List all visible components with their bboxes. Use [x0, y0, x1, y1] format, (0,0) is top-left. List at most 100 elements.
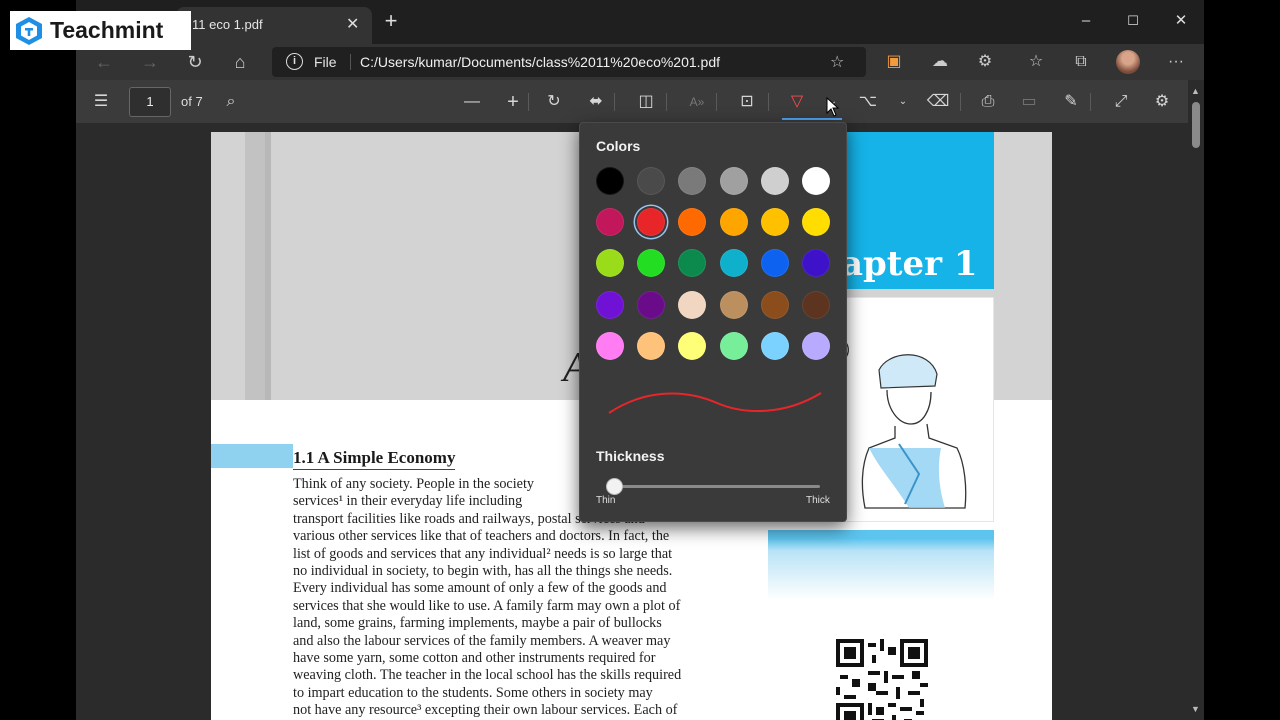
text-line: have some yarn, some cotton and other in… [293, 650, 656, 667]
rotate-icon[interactable]: ↻ [542, 90, 566, 114]
color-swatch[interactable] [760, 167, 789, 195]
color-swatch[interactable] [760, 290, 789, 319]
extensions-icon[interactable]: ⚙ [972, 50, 998, 74]
color-swatch[interactable] [760, 331, 789, 360]
color-swatch[interactable] [637, 290, 666, 319]
highlight-icon[interactable]: ⌥ [856, 90, 880, 114]
color-swatch[interactable] [802, 290, 830, 319]
scheme-label: File [314, 54, 337, 70]
color-swatch[interactable] [678, 331, 707, 360]
new-tab-icon[interactable]: + [379, 10, 403, 34]
color-swatch[interactable] [596, 331, 624, 360]
zoom-in-icon[interactable]: + [501, 90, 525, 114]
color-swatch[interactable] [719, 331, 748, 360]
add-favorite-icon[interactable]: ☆ [830, 52, 844, 72]
color-swatch[interactable] [637, 249, 666, 278]
refresh-icon[interactable]: ↻ [183, 50, 207, 74]
forward-icon[interactable]: → [138, 50, 162, 74]
toolbar-divider [1090, 93, 1091, 111]
address-bar[interactable]: i File C:/Users/kumar/Documents/class%20… [272, 47, 866, 77]
qr-code [836, 639, 928, 720]
stroke-preview [608, 392, 822, 414]
color-swatch[interactable] [802, 167, 830, 195]
toolbar-divider [960, 93, 961, 111]
thickness-heading: Thickness [596, 448, 665, 464]
mouse-cursor [826, 97, 840, 117]
screen: 11 eco 1.pdf ✕ + – ☐ ✕ ← → ↻ ⌂ i File C:… [0, 0, 1280, 720]
teachmint-brand-text: Teachmint [50, 17, 164, 43]
toolbar-divider [716, 93, 717, 111]
vertical-scrollbar[interactable]: ▲ ▼ [1188, 80, 1204, 720]
search-icon[interactable]: ⌕ [219, 90, 243, 114]
color-swatch[interactable] [802, 331, 830, 360]
color-swatch[interactable] [596, 208, 624, 237]
erase-icon[interactable]: ⌫ [926, 90, 950, 114]
page-view-icon[interactable]: ◫ [634, 90, 658, 114]
scroll-up-icon[interactable]: ▲ [1191, 86, 1200, 96]
zoom-out-icon[interactable]: — [460, 90, 484, 114]
color-swatch[interactable] [596, 290, 624, 319]
url-text[interactable]: C:/Users/kumar/Documents/class%2011%20ec… [360, 54, 720, 70]
color-swatch[interactable] [678, 249, 707, 278]
profile-avatar[interactable] [1116, 50, 1140, 74]
draw-active-indicator [782, 118, 842, 120]
chapter-label: apter 1 [841, 244, 978, 284]
text-line: list of goods and services that any indi… [293, 545, 673, 562]
color-swatch[interactable] [678, 208, 707, 237]
settings-gear-icon[interactable]: ⚙ [1150, 90, 1174, 114]
tab-close-icon[interactable]: ✕ [346, 14, 359, 34]
cloud-extension-icon[interactable]: ☁ [927, 50, 953, 74]
color-swatch[interactable] [760, 208, 789, 237]
favorites-icon[interactable]: ☆ [1023, 50, 1049, 74]
color-swatch[interactable] [802, 208, 830, 237]
colors-heading: Colors [596, 138, 641, 154]
home-icon[interactable]: ⌂ [228, 50, 252, 74]
color-swatch[interactable] [596, 167, 624, 195]
color-swatch[interactable] [760, 249, 789, 278]
tab-pdf[interactable]: 11 eco 1.pdf [176, 7, 372, 44]
color-swatch[interactable] [596, 249, 624, 278]
more-menu-icon[interactable]: ··· [1163, 50, 1189, 74]
thin-label: Thin [596, 495, 616, 506]
color-swatch[interactable] [719, 290, 748, 319]
add-text-icon[interactable]: ⊡ [735, 90, 759, 114]
save-icon: ▭ [1021, 93, 1037, 110]
color-swatch[interactable] [678, 290, 707, 319]
section-marker-bar [211, 444, 293, 468]
page-total-label: of 7 [181, 94, 203, 109]
save-as-icon[interactable]: ✎ [1059, 90, 1083, 114]
color-swatch[interactable] [719, 167, 748, 195]
thick-label: Thick [806, 495, 830, 506]
thickness-slider-thumb[interactable] [606, 478, 623, 495]
page-number-input[interactable]: 1 [129, 87, 171, 117]
contents-icon[interactable]: ☰ [89, 90, 113, 114]
office-extension-icon[interactable]: ▣ [881, 50, 907, 74]
collections-icon[interactable]: ⧉ [1068, 50, 1094, 74]
close-window-button[interactable]: ✕ [1161, 8, 1201, 34]
maximize-button[interactable]: ☐ [1113, 8, 1153, 34]
scroll-down-icon[interactable]: ▼ [1191, 704, 1200, 714]
back-icon[interactable]: ← [92, 50, 116, 74]
pdf-toolbar: ☰ 1 of 7 ⌕ — + ↻ ⬌ ◫ A» ⊡ ▽ ⌄ ⌥ ⌄ ⌫ ⎙ ▭ … [76, 80, 1204, 124]
minimize-button[interactable]: – [1066, 8, 1106, 34]
info-icon[interactable]: i [286, 53, 303, 70]
color-swatch[interactable] [637, 167, 666, 195]
color-swatch[interactable] [678, 167, 707, 195]
color-swatch[interactable] [637, 331, 666, 360]
color-swatch[interactable] [719, 208, 748, 237]
text-line: land, some grains, farming implements, m… [293, 615, 662, 632]
scroll-thumb[interactable] [1192, 102, 1200, 148]
text-line: services that she would like to use. A f… [293, 597, 681, 614]
toolbar-divider [528, 93, 529, 111]
color-swatch[interactable] [802, 249, 830, 278]
draw-icon[interactable]: ▽ [785, 90, 809, 114]
print-icon[interactable]: ⎙ [976, 90, 1000, 114]
color-swatch[interactable] [637, 208, 666, 237]
fit-width-icon[interactable]: ⬌ [584, 90, 608, 114]
fullscreen-icon[interactable]: ⤢ [1109, 90, 1133, 114]
thickness-slider-track[interactable] [606, 485, 820, 488]
section-title: 1.1 A Simple Economy [293, 448, 456, 470]
color-swatch[interactable] [719, 249, 748, 278]
toolbar-divider [614, 93, 615, 111]
highlight-options-chevron-icon[interactable]: ⌄ [891, 90, 915, 114]
